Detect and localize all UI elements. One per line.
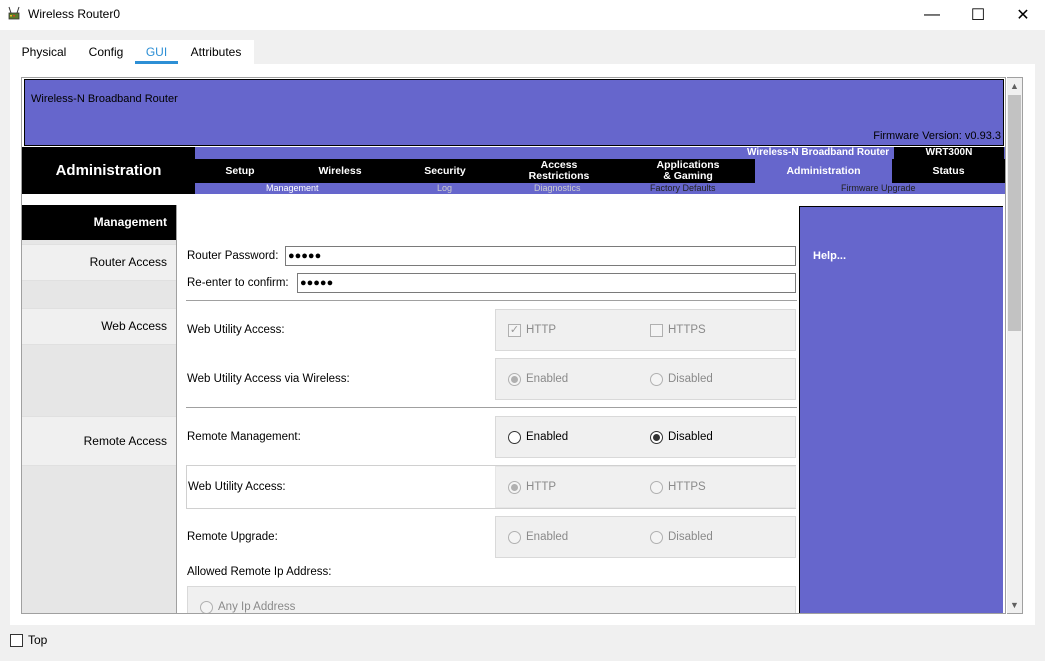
remote-mgmt-disabled-label: Disabled (668, 431, 713, 443)
main-nav: Setup Wireless Security Access Restricti… (195, 159, 1005, 183)
wireless-access-label: Web Utility Access via Wireless: (187, 373, 350, 385)
sidebar-item-router-access: Router Access (22, 244, 177, 281)
reenter-password-label: Re-enter to confirm: (187, 277, 289, 289)
remote-mgmt-disabled-radio[interactable] (650, 431, 663, 444)
wireless-enabled-radio[interactable] (508, 373, 521, 386)
sub-nav: Management Log Diagnostics Factory Defau… (195, 183, 1005, 194)
nav-setup[interactable]: Setup (195, 159, 285, 183)
wireless-disabled-radio[interactable] (650, 373, 663, 386)
window-title: Wireless Router0 (28, 7, 121, 21)
allowed-ip-options: Any Ip Address (187, 586, 796, 613)
sidebar-item-remote-access: Remote Access (22, 416, 177, 466)
scroll-down-icon[interactable]: ▼ (1007, 597, 1022, 613)
remote-upgrade-disabled-radio[interactable] (650, 531, 663, 544)
title-bar: Wireless Router0 — ☐ ✕ (0, 0, 1045, 30)
subnav-firmware-upgrade[interactable]: Firmware Upgrade (841, 183, 916, 194)
https-label: HTTPS (668, 324, 706, 336)
tab-attributes[interactable]: Attributes (184, 41, 248, 65)
router-web-page: Wireless-N Broadband Router Firmware Ver… (21, 77, 1006, 614)
tab-physical[interactable]: Physical (14, 41, 74, 65)
remote-https-label: HTTPS (668, 481, 706, 493)
nav-status[interactable]: Status (892, 159, 1005, 183)
minimize-icon: — (924, 6, 940, 23)
subnav-diagnostics[interactable]: Diagnostics (534, 183, 581, 194)
remote-upgrade-label: Remote Upgrade: (187, 531, 278, 543)
remote-mgmt-enabled-label: Enabled (526, 431, 569, 443)
remote-upgrade-options: Enabled Disabled (495, 516, 796, 558)
vertical-scrollbar[interactable]: ▲ ▼ (1007, 77, 1023, 614)
http-checkbox[interactable]: ✓ (508, 324, 521, 337)
nav-applications-gaming[interactable]: Applications & Gaming (623, 159, 753, 183)
remote-management-label: Remote Management: (187, 431, 301, 443)
router-app-icon (8, 6, 20, 20)
section-title: Administration (22, 147, 195, 194)
any-ip-label: Any Ip Address (218, 601, 296, 613)
divider (186, 407, 797, 408)
brand-label: Wireless-N Broadband Router (747, 147, 890, 158)
help-link[interactable]: Help... (813, 250, 846, 262)
model-label: WRT300N (894, 147, 1004, 159)
subnav-factory-defaults[interactable]: Factory Defaults (650, 183, 716, 194)
remote-web-utility-options: HTTP HTTPS (495, 466, 796, 508)
maximize-button[interactable]: ☐ (955, 0, 1001, 30)
remote-upgrade-disabled-label: Disabled (668, 531, 713, 543)
remote-upgrade-enabled-label: Enabled (526, 531, 569, 543)
scrollbar-thumb[interactable] (1008, 95, 1021, 331)
remote-upgrade-enabled-radio[interactable] (508, 531, 521, 544)
subnav-log[interactable]: Log (437, 183, 452, 194)
divider (186, 300, 797, 301)
https-checkbox[interactable] (650, 324, 663, 337)
nav-security[interactable]: Security (395, 159, 495, 183)
remote-http-label: HTTP (526, 481, 557, 493)
remote-mgmt-enabled-radio[interactable] (508, 431, 521, 444)
firmware-version: Firmware Version: v0.93.3 (873, 130, 1001, 142)
close-icon: ✕ (1016, 7, 1030, 24)
remote-management-options: Enabled Disabled (495, 416, 796, 458)
allowed-ip-label: Allowed Remote Ip Address: (187, 566, 332, 578)
nav-wireless[interactable]: Wireless (285, 159, 395, 183)
wireless-disabled-label: Disabled (668, 373, 713, 385)
nav-access-restrictions[interactable]: Access Restrictions (495, 159, 623, 183)
router-password-label: Router Password: (187, 250, 279, 262)
nav-administration[interactable]: Administration (755, 159, 892, 183)
sidebar-title: Management (22, 205, 177, 240)
tab-config[interactable]: Config (80, 41, 132, 65)
web-utility-access-label: Web Utility Access: (187, 324, 285, 336)
subnav-management[interactable]: Management (266, 183, 319, 194)
any-ip-radio[interactable] (200, 601, 213, 613)
http-label: HTTP (526, 324, 557, 336)
router-password-input[interactable]: ●●●●● (285, 246, 796, 266)
remote-http-radio[interactable] (508, 481, 521, 494)
web-utility-access-options: ✓ HTTP HTTPS (495, 309, 796, 351)
help-panel: Help... (799, 206, 1003, 613)
scroll-up-icon[interactable]: ▲ (1007, 78, 1022, 94)
page-header: Wireless-N Broadband Router Firmware Ver… (24, 79, 1004, 146)
sidebar-item-web-access: Web Access (22, 308, 177, 345)
top-label: Top (28, 633, 48, 647)
wireless-enabled-label: Enabled (526, 373, 569, 385)
wireless-access-options: Enabled Disabled (495, 358, 796, 400)
reenter-password-input[interactable]: ●●●●● (297, 273, 796, 293)
page-header-title: Wireless-N Broadband Router (31, 93, 178, 105)
top-checkbox[interactable] (10, 634, 23, 647)
remote-https-radio[interactable] (650, 481, 663, 494)
close-button[interactable]: ✕ (1000, 0, 1045, 30)
sidebar-divider (176, 205, 177, 613)
minimize-button[interactable]: — (909, 0, 955, 30)
remote-web-utility-access-label: Web Utility Access: (188, 481, 286, 493)
maximize-icon: ☐ (970, 7, 986, 24)
